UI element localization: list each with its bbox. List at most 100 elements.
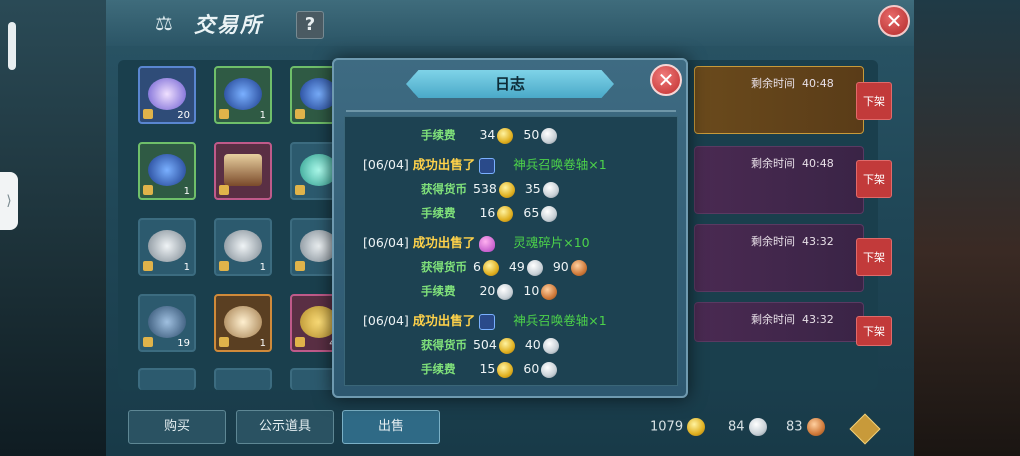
lock-icon	[219, 337, 229, 347]
earnings-row: 获得货币 538 35	[421, 179, 559, 199]
inventory-slot[interactable]: 1	[138, 218, 196, 276]
item-count: 1	[259, 338, 266, 349]
gold-coin-icon	[498, 181, 515, 198]
item-count: 1	[183, 262, 190, 273]
silver-coin-icon	[748, 418, 767, 436]
delist-button[interactable]: 下架	[856, 160, 892, 198]
item-count: 19	[177, 338, 190, 349]
sale-record: [06/04] 成功出售了 神兵召唤卷轴×1	[363, 157, 607, 174]
lock-icon	[143, 185, 153, 195]
sale-listing[interactable]: 剩余时间 43:32	[694, 302, 864, 342]
lock-icon	[295, 261, 305, 271]
wallet-gold: 1079	[650, 418, 706, 438]
sale-record: [06/04] 成功出售了 灵魂碎片×10	[363, 235, 590, 252]
side-expand-tab[interactable]: ⟩	[0, 172, 18, 230]
silver-coin-icon	[542, 181, 559, 198]
tab-sell[interactable]: 出售	[342, 410, 440, 444]
inventory-slot[interactable]: 20	[138, 66, 196, 124]
item-count: 20	[177, 110, 190, 121]
gold-coin-icon	[497, 127, 514, 144]
sale-record: [06/04] 成功出售了 神兵召唤卷轴×1	[363, 313, 607, 330]
silver-amount: 84	[728, 419, 745, 435]
gold-amount: 1079	[650, 419, 684, 435]
bronze-amount: 83	[786, 419, 803, 435]
fee-row: 手续费 15 60	[421, 359, 558, 379]
item-count: 1	[259, 110, 266, 121]
tab-buy[interactable]: 购买	[128, 410, 226, 444]
add-currency-icon[interactable]	[849, 413, 881, 445]
log-list[interactable]: 手续费 34 50 [06/04] 成功出售了 神兵召唤卷轴×1 获得货币 53…	[344, 116, 678, 386]
shrine-item-icon	[224, 154, 262, 186]
remaining-time: 剩余时间 43:32	[751, 313, 834, 326]
remaining-time: 剩余时间 40:48	[751, 77, 834, 90]
silver-coin-icon	[497, 283, 514, 300]
lock-icon	[219, 109, 229, 119]
inventory-slot[interactable]	[138, 368, 196, 390]
close-log-button[interactable]: ✕	[650, 64, 682, 96]
silver-coin-icon	[541, 127, 558, 144]
inventory-slot[interactable]	[214, 142, 272, 200]
inventory-slot[interactable]	[214, 368, 272, 390]
delist-button[interactable]: 下架	[856, 316, 892, 346]
sale-listing[interactable]: 剩余时间 40:48	[694, 146, 864, 214]
bronze-coin-icon	[806, 418, 825, 436]
sale-listing[interactable]: 剩余时间 43:32	[694, 224, 864, 292]
gold-coin-icon	[482, 259, 499, 276]
item-count: 1	[259, 262, 266, 273]
silver-coin-icon	[542, 337, 559, 354]
delist-button[interactable]: 下架	[856, 238, 892, 276]
disc-item-icon	[224, 230, 262, 262]
inventory-slot[interactable]: 19	[138, 294, 196, 352]
bronze-coin-icon	[541, 283, 558, 300]
gold-coin-icon	[497, 361, 514, 378]
scroll-item-icon	[479, 313, 496, 330]
lock-icon	[143, 109, 153, 119]
scale-icon: ⚖	[155, 11, 173, 35]
item-count: 1	[183, 186, 190, 197]
gold-coin-icon	[687, 418, 706, 436]
bronze-coin-icon	[570, 259, 587, 276]
log-title: 日志	[494, 75, 525, 93]
wallet-silver: 84	[728, 418, 767, 438]
background-scenery-right	[910, 0, 1020, 456]
lock-icon	[219, 261, 229, 271]
net-item-icon	[148, 306, 186, 338]
wallet-bronze: 83	[786, 418, 825, 438]
fish-item-icon	[224, 78, 262, 110]
lock-icon	[143, 337, 153, 347]
inventory-slot[interactable]: 1	[214, 66, 272, 124]
crystal-item-icon	[479, 235, 496, 252]
earnings-row: 获得货币 504 40	[421, 335, 559, 355]
help-button[interactable]: ?	[296, 11, 324, 39]
lock-icon	[219, 185, 229, 195]
earnings-row: 获得货币 6 49 90	[421, 257, 587, 277]
game-screen: ⟩ ⚖ 交易所 ? ✕ 20 1 1 1 1 19 1 剩余时间 40:48 剩…	[0, 0, 1020, 456]
sale-listing[interactable]: 剩余时间 40:48	[694, 66, 864, 134]
delist-button[interactable]: 下架	[856, 82, 892, 120]
remaining-time: 剩余时间 43:32	[751, 235, 834, 248]
fee-row: 手续费 34 50	[421, 125, 558, 145]
gold-coin-icon	[498, 337, 515, 354]
disc-item-icon	[148, 230, 186, 262]
window-header: ⚖ 交易所 ? ✕	[106, 0, 914, 46]
background-scenery-left	[0, 0, 110, 456]
scroll-indicator[interactable]	[8, 22, 16, 70]
silver-coin-icon	[526, 259, 543, 276]
inventory-slot[interactable]: 1	[138, 142, 196, 200]
scroll-item-icon	[479, 157, 496, 174]
silver-coin-icon	[541, 361, 558, 378]
horn-item-icon	[224, 306, 262, 338]
gold-coin-icon	[497, 205, 514, 222]
lock-icon	[295, 337, 305, 347]
lock-icon	[295, 109, 305, 119]
inventory-slot[interactable]: 1	[214, 218, 272, 276]
divider	[346, 110, 676, 112]
lock-icon	[295, 185, 305, 195]
lock-icon	[143, 261, 153, 271]
close-window-button[interactable]: ✕	[878, 5, 910, 37]
item-icon	[148, 78, 186, 110]
window-title: 交易所	[194, 13, 263, 37]
fee-row: 手续费 16 65	[421, 203, 558, 223]
inventory-slot[interactable]: 1	[214, 294, 272, 352]
tab-public-items[interactable]: 公示道具	[236, 410, 334, 444]
